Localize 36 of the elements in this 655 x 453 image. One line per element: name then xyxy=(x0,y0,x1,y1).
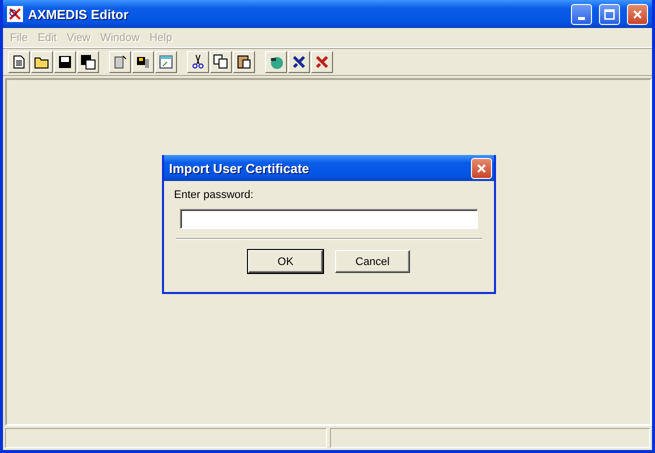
toolbar-button[interactable] xyxy=(77,51,99,73)
drive-icon xyxy=(135,54,151,70)
maximize-button[interactable] xyxy=(599,4,620,24)
toolbar-button[interactable] xyxy=(210,51,232,73)
copy-icon xyxy=(213,54,229,70)
toolbar-button[interactable] xyxy=(155,51,177,73)
window-title: AXMEDIS Editor xyxy=(28,6,130,22)
dialog-button[interactable]: OK xyxy=(248,250,323,273)
document-icon xyxy=(112,54,128,70)
window-icon xyxy=(158,54,174,70)
toolbar-button[interactable] xyxy=(233,51,255,73)
dialog-title: Import User Certificate xyxy=(169,160,310,176)
app-logo-icon xyxy=(7,6,23,22)
close-button[interactable] xyxy=(627,4,648,24)
toolbar-button[interactable] xyxy=(109,51,131,73)
toolbar-button[interactable] xyxy=(54,51,76,73)
toolbar-button[interactable] xyxy=(311,51,333,73)
toolbar-button[interactable] xyxy=(187,51,209,73)
close-icon xyxy=(632,8,643,20)
minimize-icon xyxy=(578,16,585,20)
toolbar-button[interactable] xyxy=(132,51,154,73)
toolbar-button[interactable] xyxy=(8,51,30,73)
minimize-button[interactable] xyxy=(571,4,592,24)
password-field[interactable] xyxy=(180,209,478,229)
toolbar-button[interactable] xyxy=(265,51,287,73)
paste-icon xyxy=(236,54,252,70)
toolbar-button[interactable] xyxy=(31,51,53,73)
close-icon xyxy=(476,162,487,174)
dialog-button[interactable]: Cancel xyxy=(335,250,410,273)
close-button[interactable] xyxy=(471,158,492,178)
new-file-icon xyxy=(11,54,27,70)
password-label: Enter password: xyxy=(174,189,254,201)
maximize-icon xyxy=(604,8,615,20)
cut-icon xyxy=(190,54,206,70)
save-as-icon xyxy=(80,54,96,70)
toolbar-button[interactable] xyxy=(288,51,310,73)
